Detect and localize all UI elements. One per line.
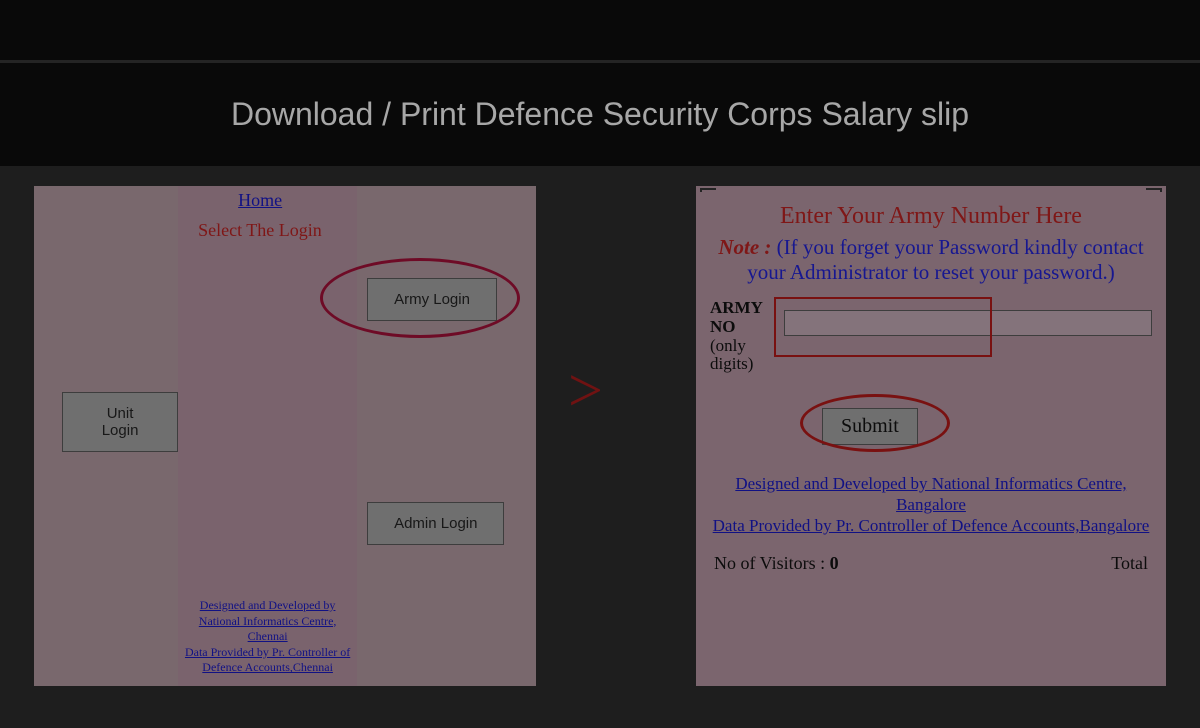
- top-bar: [0, 0, 1200, 60]
- column-unit: Unit Login: [34, 186, 178, 686]
- footer-line2: Data Provided by Pr. Controller of Defen…: [185, 645, 350, 675]
- army-no-label: ARMY NO (only digits): [710, 299, 784, 374]
- footer-right-line2: Data Provided by Pr. Controller of Defen…: [713, 516, 1150, 535]
- footer-credits-left[interactable]: Designed and Developed by National Infor…: [178, 598, 357, 676]
- submit-button[interactable]: Submit: [822, 408, 918, 445]
- enter-army-number-heading: Enter Your Army Number Here: [710, 202, 1152, 231]
- visitors-row: No of Visitors : 0 Total: [710, 553, 1152, 574]
- army-no-input[interactable]: [784, 310, 1152, 336]
- select-login-heading: Select The Login: [198, 220, 322, 241]
- page-title: Download / Print Defence Security Corps …: [231, 96, 969, 133]
- army-no-label-hint: (only digits): [710, 336, 753, 374]
- footer-right-line1: Designed and Developed by National Infor…: [735, 474, 1126, 514]
- total-label: Total: [1111, 553, 1148, 574]
- visitors-count: 0: [830, 553, 839, 573]
- column-army-admin: Army Login Admin Login: [357, 186, 536, 686]
- visitors-label-group: No of Visitors : 0: [714, 553, 839, 574]
- army-login-button[interactable]: Army Login: [367, 278, 497, 321]
- admin-login-button[interactable]: Admin Login: [367, 502, 504, 545]
- arrow-icon: >: [568, 356, 603, 427]
- title-section: Download / Print Defence Security Corps …: [0, 60, 1200, 166]
- content-area: Unit Login Home Select The Login Designe…: [0, 166, 1200, 728]
- army-no-row: ARMY NO (only digits): [710, 299, 1152, 374]
- army-number-panel: Enter Your Army Number Here Note : (If y…: [696, 186, 1166, 686]
- footer-line1: Designed and Developed by National Infor…: [199, 598, 337, 643]
- army-no-label-bold: ARMY NO: [710, 298, 762, 336]
- note-text: (If you forget your Password kindly cont…: [747, 235, 1143, 284]
- login-select-panel: Unit Login Home Select The Login Designe…: [34, 186, 536, 686]
- submit-wrapper: Submit: [822, 408, 982, 445]
- unit-login-button[interactable]: Unit Login: [62, 392, 178, 452]
- note-block: Note : (If you forget your Password kind…: [710, 235, 1152, 285]
- home-link[interactable]: Home: [238, 190, 282, 211]
- visitors-label: No of Visitors :: [714, 553, 825, 573]
- footer-credits-right[interactable]: Designed and Developed by National Infor…: [710, 473, 1152, 537]
- column-center: Home Select The Login Designed and Devel…: [178, 186, 357, 686]
- note-label: Note :: [718, 235, 771, 259]
